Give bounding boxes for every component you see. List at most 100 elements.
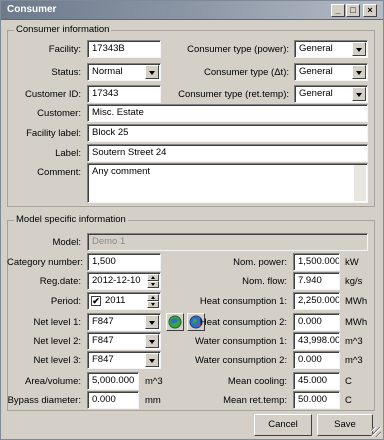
net-level-1-select[interactable]: F847 — [87, 313, 161, 331]
resize-grip[interactable] — [371, 427, 381, 437]
chevron-down-icon[interactable] — [145, 65, 159, 79]
nom-flow-input[interactable]: 7.940 — [293, 272, 340, 290]
facility-label-label: Facility label: — [26, 128, 81, 139]
globe-icon — [168, 315, 182, 329]
spin-up-icon[interactable] — [147, 274, 159, 281]
status-value: Normal — [92, 66, 123, 77]
title-bar[interactable]: Consumer _ □ × — [1, 1, 383, 20]
address-label: Label: — [55, 148, 81, 159]
model-label: Model: — [52, 237, 81, 248]
comment-text: Any comment — [92, 166, 151, 177]
net-level-3-label: Net level 3: — [33, 355, 81, 366]
net-level-2-select[interactable]: F847 — [87, 332, 161, 350]
consumer-type-ret-label: Consumer type (ret.temp): — [178, 89, 289, 100]
window-title: Consumer — [7, 4, 57, 15]
net-level-3-select[interactable]: F847 — [87, 351, 161, 369]
heat-consumption-1-label: Heat consumption 1: — [199, 296, 287, 307]
consumer-type-dt-label: Consumer type (Δt): — [203, 67, 289, 78]
water-consumption-1-label: Water consumption 1: — [194, 336, 287, 347]
facility-label-input[interactable]: Block 25 — [87, 124, 368, 142]
customer-label: Customer: — [37, 108, 81, 119]
comment-label: Comment: — [37, 167, 81, 178]
maximize-button[interactable]: □ — [346, 4, 360, 17]
period-value: 2011 — [105, 295, 126, 306]
water-consumption-1-unit: m^3 — [345, 336, 363, 347]
consumer-type-power-value: General — [299, 43, 333, 54]
save-button[interactable]: Save — [317, 414, 373, 436]
nom-flow-label: Nom. flow: — [242, 276, 287, 287]
period-input[interactable]: ✔ 2011 — [87, 292, 161, 310]
consumer-type-ret-select[interactable]: General — [294, 85, 368, 103]
net-level-1-value: F847 — [92, 316, 114, 327]
water-consumption-2-label: Water consumption 2: — [194, 355, 287, 366]
model-input: Demo 1 — [87, 233, 368, 251]
net-level-2-label: Net level 2: — [33, 336, 81, 347]
mean-cooling-input[interactable]: 45.000 — [293, 372, 340, 390]
water-consumption-2-input[interactable]: 0.000 — [293, 351, 340, 369]
chevron-down-icon[interactable] — [352, 87, 366, 101]
model-information-label: Model specific information — [14, 214, 128, 225]
spin-down-icon[interactable] — [147, 301, 159, 308]
cancel-button[interactable]: Cancel — [254, 414, 312, 436]
reg-date-spinner[interactable] — [147, 274, 159, 288]
globe-button[interactable] — [166, 313, 184, 331]
reg-date-value: 2012-12-10 — [92, 275, 141, 286]
status-select[interactable]: Normal — [87, 63, 161, 81]
mean-ret-temp-label: Mean ret.temp: — [223, 395, 287, 406]
chevron-down-icon[interactable] — [145, 353, 159, 367]
customer-input[interactable]: Misc. Estate — [87, 104, 368, 122]
heat-consumption-2-input[interactable]: 0.000 — [293, 313, 340, 331]
reg-date-input[interactable]: 2012-12-10 — [87, 272, 161, 290]
heat-consumption-2-unit: MWh — [345, 317, 368, 328]
net-level-3-value: F847 — [92, 354, 114, 365]
spin-up-icon[interactable] — [147, 294, 159, 301]
consumer-type-power-select[interactable]: General — [294, 40, 368, 58]
close-button[interactable]: × — [363, 4, 377, 17]
area-volume-label: Area/volume: — [25, 376, 81, 387]
period-label: Period: — [50, 296, 81, 307]
reg-date-label: Reg.date: — [39, 276, 81, 287]
chevron-down-icon[interactable] — [145, 315, 159, 329]
facility-input[interactable]: 17343B — [87, 40, 161, 58]
chevron-down-icon[interactable] — [352, 65, 366, 79]
customer-id-label: Customer ID: — [25, 89, 81, 100]
net-level-1-label: Net level 1: — [33, 317, 81, 328]
heat-consumption-1-unit: MWh — [345, 296, 368, 307]
status-label: Status: — [51, 67, 81, 78]
heat-consumption-1-input[interactable]: 2,250.000 — [293, 292, 340, 310]
facility-label: Facility: — [48, 44, 81, 55]
bypass-diameter-input[interactable]: 0.000 — [87, 391, 139, 409]
consumer-type-power-label: Consumer type (power): — [187, 44, 289, 55]
comment-scrollbar[interactable] — [354, 165, 366, 201]
bypass-diameter-unit: mm — [145, 395, 161, 406]
mean-ret-temp-input[interactable]: 50.000 — [293, 391, 340, 409]
heat-consumption-2-label: Heat consumption 2: — [199, 317, 287, 328]
nom-power-unit: kW — [345, 257, 359, 268]
period-spinner[interactable] — [147, 294, 159, 308]
mean-cooling-label: Mean cooling: — [227, 376, 287, 387]
category-number-input[interactable]: 1,500 — [87, 253, 161, 271]
nom-power-label: Nom. power: — [233, 257, 287, 268]
water-consumption-1-input[interactable]: 43,998.000 — [293, 332, 340, 350]
comment-textarea[interactable]: Any comment — [87, 163, 368, 203]
water-consumption-2-unit: m^3 — [345, 355, 363, 366]
period-checkbox[interactable]: ✔ — [91, 296, 101, 306]
mean-ret-temp-unit: C — [345, 395, 352, 406]
net-level-2-value: F847 — [92, 335, 114, 346]
chevron-down-icon[interactable] — [352, 42, 366, 56]
consumer-type-dt-select[interactable]: General — [294, 63, 368, 81]
customer-id-input[interactable]: 17343 — [87, 85, 161, 103]
consumer-type-dt-value: General — [299, 66, 333, 77]
bypass-diameter-label: Bypass diameter: — [7, 395, 81, 406]
consumer-dialog: Consumer _ □ × Consumer information Faci… — [0, 0, 384, 440]
area-volume-input[interactable]: 5,000.000 — [87, 372, 139, 390]
address-input[interactable]: Soutern Street 24 — [87, 144, 368, 162]
consumer-information-label: Consumer information — [14, 24, 112, 35]
area-volume-unit: m^3 — [145, 376, 163, 387]
chevron-down-icon[interactable] — [145, 334, 159, 348]
nom-power-input[interactable]: 1,500.000 — [293, 253, 340, 271]
minimize-button[interactable]: _ — [331, 4, 345, 17]
nom-flow-unit: kg/s — [345, 276, 363, 287]
spin-down-icon[interactable] — [147, 281, 159, 288]
consumer-type-ret-value: General — [299, 88, 333, 99]
